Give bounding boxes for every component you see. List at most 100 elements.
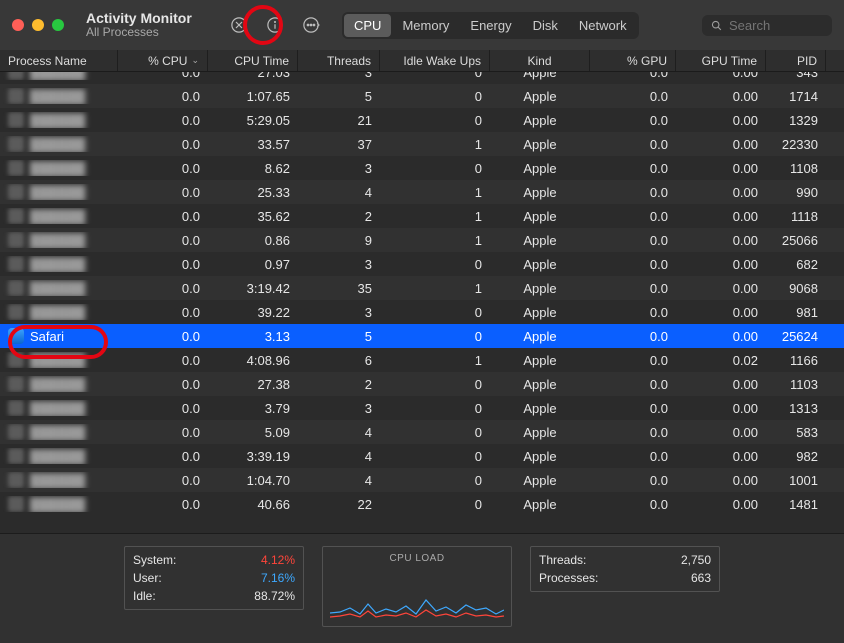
table-row[interactable]: ██████0.00.8691Apple0.00.0025066 [0,228,844,252]
tab-energy[interactable]: Energy [460,14,521,37]
app-icon [8,88,24,104]
table-row[interactable]: ██████0.027.0330Apple0.00.00343 [0,72,844,84]
cell: 981 [766,305,826,320]
cell: 0.00 [676,72,766,80]
cell: 0.0 [590,377,676,392]
table-row[interactable]: ██████0.08.6230Apple0.00.001108 [0,156,844,180]
cpu-summary-footer: System: 4.12% User: 7.16% Idle: 88.72% C… [0,533,844,643]
ellipsis-circle-icon [302,16,320,34]
cell: 1 [380,209,490,224]
table-row[interactable]: ██████0.03:19.42351Apple0.00.009068 [0,276,844,300]
cell: 343 [766,72,826,80]
table-row[interactable]: ██████0.040.66220Apple0.00.001481 [0,492,844,516]
cell: 22 [298,497,380,512]
user-value: 7.16% [261,571,295,585]
cell: Apple [490,353,590,368]
cell: 0.0 [590,185,676,200]
window-maximize-button[interactable] [52,19,64,31]
cell: 0.0 [118,209,208,224]
cell: 0.0 [590,72,676,80]
tab-network[interactable]: Network [569,14,637,37]
table-row[interactable]: ██████0.00.9730Apple0.00.00682 [0,252,844,276]
cell: 25066 [766,233,826,248]
app-icon [8,328,24,344]
table-row-selected[interactable]: Safari0.03.1350Apple0.00.0025624 [0,324,844,348]
app-icon [8,472,24,488]
system-label: System: [133,553,176,567]
cell: 4 [298,473,380,488]
app-icon [8,160,24,176]
cell: 0.0 [118,401,208,416]
table-row[interactable]: ██████0.01:04.7040Apple0.00.001001 [0,468,844,492]
tab-memory[interactable]: Memory [392,14,459,37]
cell: 6 [298,353,380,368]
column-header[interactable]: CPU Time [208,50,298,71]
cell: 1 [380,233,490,248]
table-row[interactable]: ██████0.035.6221Apple0.00.001118 [0,204,844,228]
cell: 0.0 [118,305,208,320]
column-header[interactable]: Process Name [0,50,118,71]
table-row[interactable]: ██████0.05.0940Apple0.00.00583 [0,420,844,444]
cell: 2 [298,377,380,392]
cell: 21 [298,113,380,128]
table-row[interactable]: ██████0.01:07.6550Apple0.00.001714 [0,84,844,108]
app-icon [8,232,24,248]
column-header[interactable]: Kind [490,50,590,71]
cell: 1001 [766,473,826,488]
cell: 0 [380,473,490,488]
cell: 990 [766,185,826,200]
window-close-button[interactable] [12,19,24,31]
cell: 3:19.42 [208,281,298,296]
column-header[interactable]: Threads [298,50,380,71]
column-header[interactable]: PID [766,50,826,71]
table-row[interactable]: ██████0.03.7930Apple0.00.001313 [0,396,844,420]
cell: 0.0 [118,72,208,80]
app-icon [8,400,24,416]
cell: 25624 [766,329,826,344]
table-row[interactable]: ██████0.033.57371Apple0.00.0022330 [0,132,844,156]
column-header[interactable]: Idle Wake Ups [380,50,490,71]
table-row[interactable]: ██████0.03:39.1940Apple0.00.00982 [0,444,844,468]
stop-process-button[interactable] [226,12,252,38]
app-icon [8,112,24,128]
cell: 0.97 [208,257,298,272]
cell: 5:29.05 [208,113,298,128]
column-header[interactable]: GPU Time [676,50,766,71]
window-minimize-button[interactable] [32,19,44,31]
column-header[interactable]: % CPU⌄ [118,50,208,71]
cell: 0 [380,401,490,416]
table-row[interactable]: ██████0.025.3341Apple0.00.00990 [0,180,844,204]
cell: 1 [380,353,490,368]
table-row[interactable]: ██████0.027.3820Apple0.00.001103 [0,372,844,396]
cell: 0.0 [590,281,676,296]
table-row[interactable]: ██████0.04:08.9661Apple0.00.021166 [0,348,844,372]
process-name-label: ██████ [30,497,85,512]
cell: 3 [298,305,380,320]
cell: 0.02 [676,353,766,368]
cell: 1329 [766,113,826,128]
tab-cpu[interactable]: CPU [344,14,391,37]
table-row[interactable]: ██████0.039.2230Apple0.00.00981 [0,300,844,324]
tab-disk[interactable]: Disk [523,14,568,37]
table-body: ██████0.027.0330Apple0.00.00343██████0.0… [0,72,844,516]
more-options-button[interactable] [298,12,324,38]
cell: 3 [298,72,380,80]
cell: 0.00 [676,401,766,416]
table-row[interactable]: ██████0.05:29.05210Apple0.00.001329 [0,108,844,132]
idle-label: Idle: [133,589,156,603]
info-button[interactable] [262,12,288,38]
cell: 9068 [766,281,826,296]
threads-label: Threads: [539,553,586,567]
cell: 22330 [766,137,826,152]
cell: 0.0 [590,329,676,344]
cell: 0.0 [590,449,676,464]
process-name-label: ██████ [30,281,85,296]
cell: 0.0 [590,89,676,104]
column-header[interactable]: % GPU [590,50,676,71]
system-value: 4.12% [261,553,295,567]
search-field[interactable] [702,15,832,36]
search-input[interactable] [729,18,819,33]
cell: 33.57 [208,137,298,152]
processes-value: 663 [691,571,711,585]
cell: 0.00 [676,233,766,248]
